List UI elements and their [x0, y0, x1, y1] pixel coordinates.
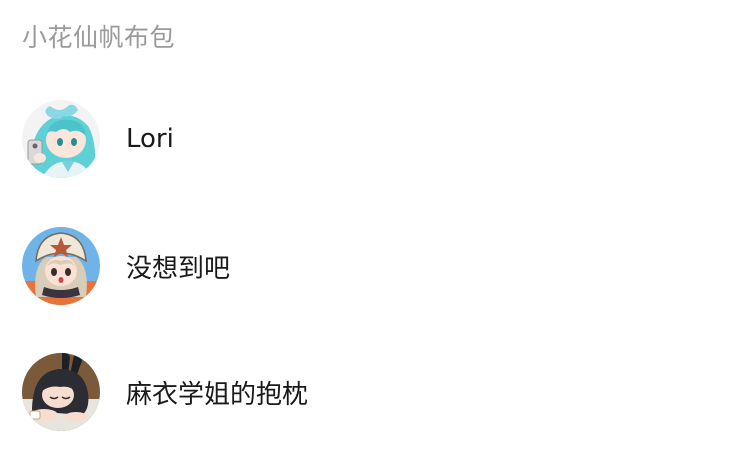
contact-name: 麻衣学姐的抱枕 — [126, 379, 309, 410]
avatar-anime-helmet-icon — [22, 227, 100, 305]
contact-name: 没想到吧 — [126, 253, 231, 284]
section-title: 小花仙帆布包 — [22, 23, 176, 52]
avatar[interactable] — [22, 227, 100, 305]
contact-item-meixiangdaoba[interactable]: 没想到吧 — [0, 214, 732, 340]
contact-item-mai-senpai-pillow[interactable]: 麻衣学姐的抱枕 — [0, 340, 732, 462]
contact-list-page: 小花仙帆布包 Lori 没想到吧 麻衣学姐的抱枕 — [0, 0, 732, 462]
contact-item-lori[interactable]: Lori — [0, 86, 732, 214]
contact-list: Lori 没想到吧 麻衣学姐的抱枕 — [0, 86, 732, 462]
avatar-anime-bunny-girl-icon — [22, 353, 100, 431]
contact-name: Lori — [126, 124, 174, 154]
avatar[interactable] — [22, 353, 100, 431]
avatar[interactable] — [22, 100, 100, 178]
avatar-anime-teal-hair-icon — [22, 100, 100, 178]
